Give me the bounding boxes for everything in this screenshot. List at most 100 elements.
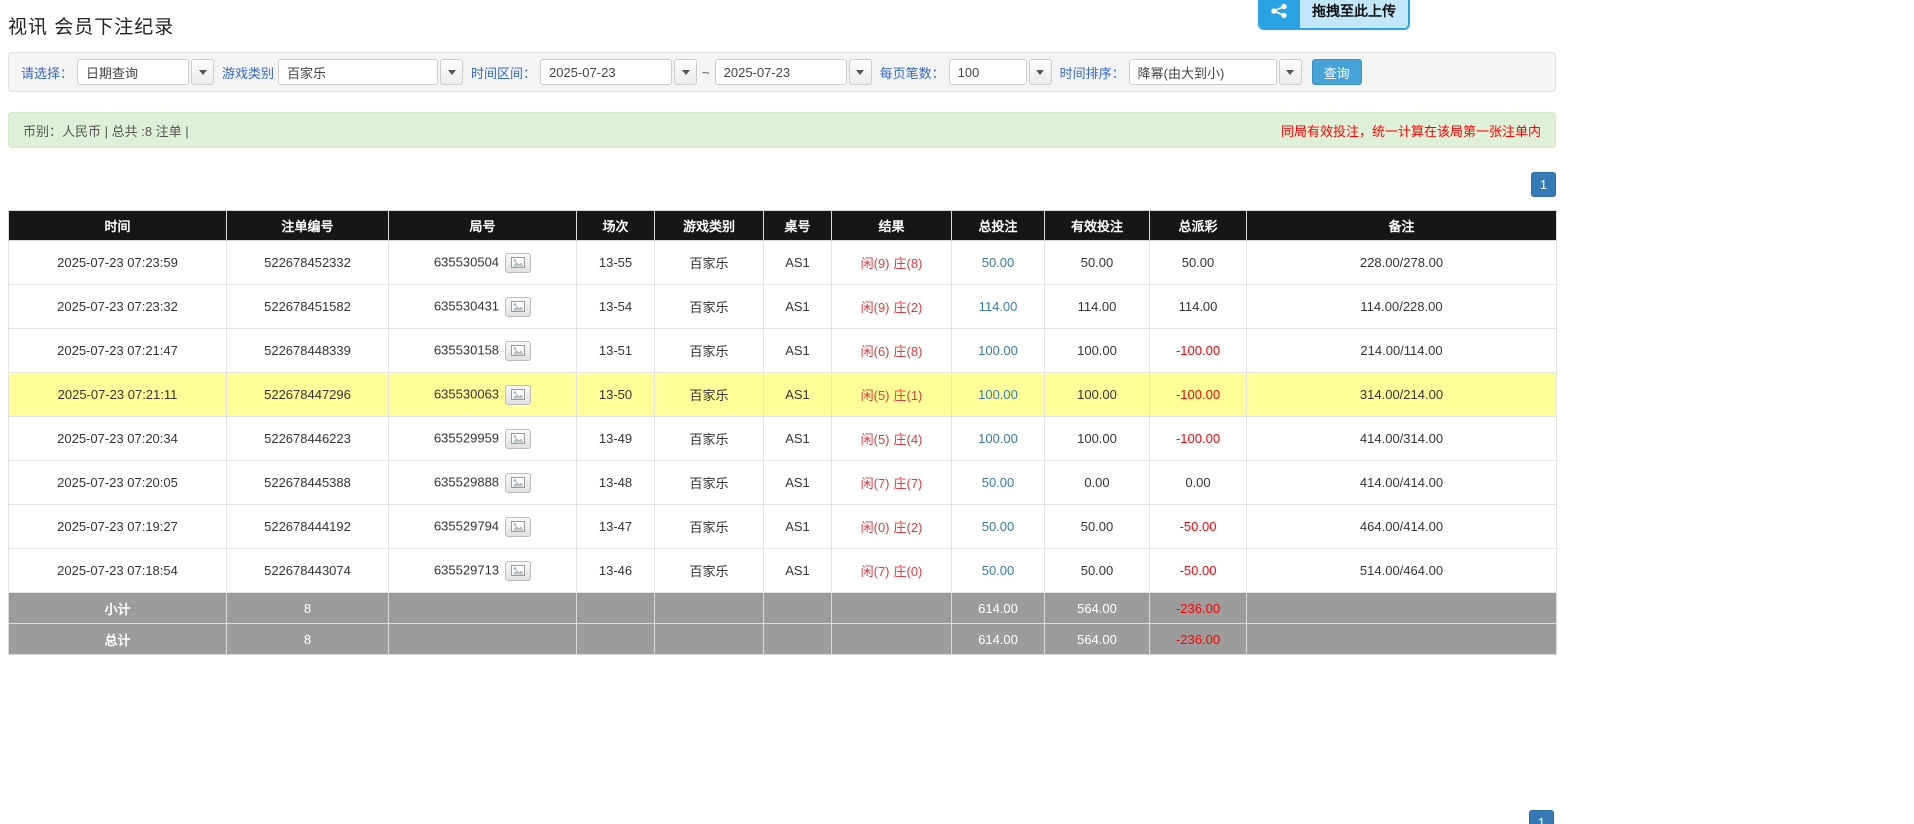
- cell-game-type: 百家乐: [655, 505, 764, 549]
- game-type-combo: [278, 59, 463, 85]
- query-type-input[interactable]: [77, 59, 189, 85]
- upload-dropzone-button[interactable]: 拖拽至此上传: [1258, 0, 1410, 30]
- search-button[interactable]: 查询: [1312, 59, 1362, 85]
- total-row: 总计 8 614.00 564.00 -236.00: [9, 624, 1557, 655]
- page-1-button[interactable]: 1: [1531, 172, 1556, 197]
- cell-session: 13-55: [577, 241, 655, 285]
- page-size-input[interactable]: [949, 59, 1027, 85]
- table-row[interactable]: 2025-07-23 07:20:34 522678446223 6355299…: [9, 417, 1557, 461]
- cell-time: 2025-07-23 07:21:47: [9, 329, 227, 373]
- cell-total-bet: 114.00: [952, 285, 1045, 329]
- page-size-dropdown-button[interactable]: [1029, 59, 1052, 85]
- subtotal-empty-cell: [1247, 593, 1557, 624]
- cell-session: 13-47: [577, 505, 655, 549]
- date-from-input[interactable]: [540, 59, 672, 85]
- summary-info-bar: 币别：人民币 | 总共 :8 注单 | 同局有效投注，统一计算在该局第一张注单内: [8, 112, 1556, 148]
- round-image-button[interactable]: [505, 297, 531, 317]
- round-image-button[interactable]: [505, 473, 531, 493]
- caret-down-icon: [682, 70, 690, 75]
- table-row[interactable]: 2025-07-23 07:23:59 522678452332 6355305…: [9, 241, 1557, 285]
- result-banker: 庄(2): [894, 300, 923, 315]
- cell-remark: 314.00/214.00: [1247, 373, 1557, 417]
- table-row[interactable]: 2025-07-23 07:19:27 522678444192 6355297…: [9, 505, 1557, 549]
- cell-total-bet: 50.00: [952, 241, 1045, 285]
- total-bet-link[interactable]: 100.00: [978, 387, 1018, 402]
- table-row[interactable]: 2025-07-23 07:20:05 522678445388 6355298…: [9, 461, 1557, 505]
- cell-game-type: 百家乐: [655, 241, 764, 285]
- game-type-dropdown-button[interactable]: [440, 59, 463, 85]
- cell-result: 闲(5)庄(1): [832, 373, 952, 417]
- subtotal-count: 8: [227, 593, 389, 624]
- result-player: 闲(0): [861, 520, 890, 535]
- currency-total-text: 币别：人民币 | 总共 :8 注单 |: [23, 121, 189, 140]
- total-bet-link[interactable]: 50.00: [982, 255, 1015, 270]
- total-bet-link[interactable]: 50.00: [982, 519, 1015, 534]
- round-image-button[interactable]: [505, 561, 531, 581]
- page-1-button[interactable]: 1: [1529, 810, 1554, 824]
- total-empty-cell: [832, 624, 952, 655]
- cell-payout: -100.00: [1150, 373, 1247, 417]
- subtotal-empty-cell: [655, 593, 764, 624]
- result-banker: 庄(7): [894, 476, 923, 491]
- subtotal-payout: -236.00: [1150, 593, 1247, 624]
- round-number: 635529713: [434, 562, 499, 577]
- upload-cluster-icon: [1260, 0, 1300, 28]
- round-image-button[interactable]: [505, 341, 531, 361]
- total-bet-link[interactable]: 100.00: [978, 343, 1018, 358]
- subtotal-row: 小计 8 614.00 564.00 -236.00: [9, 593, 1557, 624]
- cell-bet-id: 522678445388: [227, 461, 389, 505]
- date-to-dropdown-button[interactable]: [849, 59, 872, 85]
- header-game-type: 游戏类别: [655, 211, 764, 241]
- total-bet-link[interactable]: 50.00: [982, 563, 1015, 578]
- cell-round-no: 635529888: [389, 461, 577, 505]
- cell-time: 2025-07-23 07:20:34: [9, 417, 227, 461]
- round-image-button[interactable]: [505, 385, 531, 405]
- table-row[interactable]: 2025-07-23 07:21:47 522678448339 6355301…: [9, 329, 1557, 373]
- date-from-dropdown-button[interactable]: [674, 59, 697, 85]
- date-to-input[interactable]: [715, 59, 847, 85]
- filter-label-game-type: 游戏类别: [222, 63, 274, 82]
- cell-payout: 50.00: [1150, 241, 1247, 285]
- result-player: 闲(6): [861, 344, 890, 359]
- total-bet-link[interactable]: 100.00: [978, 431, 1018, 446]
- cell-remark: 414.00/314.00: [1247, 417, 1557, 461]
- cell-result: 闲(5)庄(4): [832, 417, 952, 461]
- subtotal-label: 小计: [9, 593, 227, 624]
- cell-table-no: AS1: [764, 241, 832, 285]
- header-round: 局号: [389, 211, 577, 241]
- total-bet-link[interactable]: 50.00: [982, 475, 1015, 490]
- game-type-input[interactable]: [278, 59, 438, 85]
- table-row[interactable]: 2025-07-23 07:23:32 522678451582 6355304…: [9, 285, 1557, 329]
- result-banker: 庄(0): [894, 564, 923, 579]
- pagination-bottom: 1: [1529, 810, 1554, 824]
- cell-valid-bet: 100.00: [1045, 373, 1150, 417]
- sort-order-input[interactable]: [1129, 59, 1277, 85]
- round-number: 635530158: [434, 342, 499, 357]
- cell-bet-id: 522678446223: [227, 417, 389, 461]
- cell-remark: 414.00/414.00: [1247, 461, 1557, 505]
- round-image-button[interactable]: [505, 253, 531, 273]
- cell-game-type: 百家乐: [655, 285, 764, 329]
- cell-valid-bet: 114.00: [1045, 285, 1150, 329]
- round-number: 635529888: [434, 474, 499, 489]
- cell-time: 2025-07-23 07:19:27: [9, 505, 227, 549]
- round-image-button[interactable]: [505, 429, 531, 449]
- cell-round-no: 635529794: [389, 505, 577, 549]
- subtotal-empty-cell: [832, 593, 952, 624]
- table-row[interactable]: 2025-07-23 07:18:54 522678443074 6355297…: [9, 549, 1557, 593]
- result-banker: 庄(1): [894, 388, 923, 403]
- cell-valid-bet: 50.00: [1045, 505, 1150, 549]
- cell-session: 13-46: [577, 549, 655, 593]
- cell-valid-bet: 50.00: [1045, 549, 1150, 593]
- filter-label-time-range: 时间区间：: [471, 63, 536, 82]
- query-type-dropdown-button[interactable]: [191, 59, 214, 85]
- cell-table-no: AS1: [764, 373, 832, 417]
- round-image-button[interactable]: [505, 517, 531, 537]
- total-bet-link[interactable]: 114.00: [979, 299, 1018, 314]
- sort-order-dropdown-button[interactable]: [1279, 59, 1302, 85]
- cell-remark: 464.00/414.00: [1247, 505, 1557, 549]
- cell-round-no: 635529713: [389, 549, 577, 593]
- cell-session: 13-48: [577, 461, 655, 505]
- table-row-selected[interactable]: 2025-07-23 07:21:11 522678447296 6355300…: [9, 373, 1557, 417]
- upload-label: 拖拽至此上传: [1300, 0, 1408, 28]
